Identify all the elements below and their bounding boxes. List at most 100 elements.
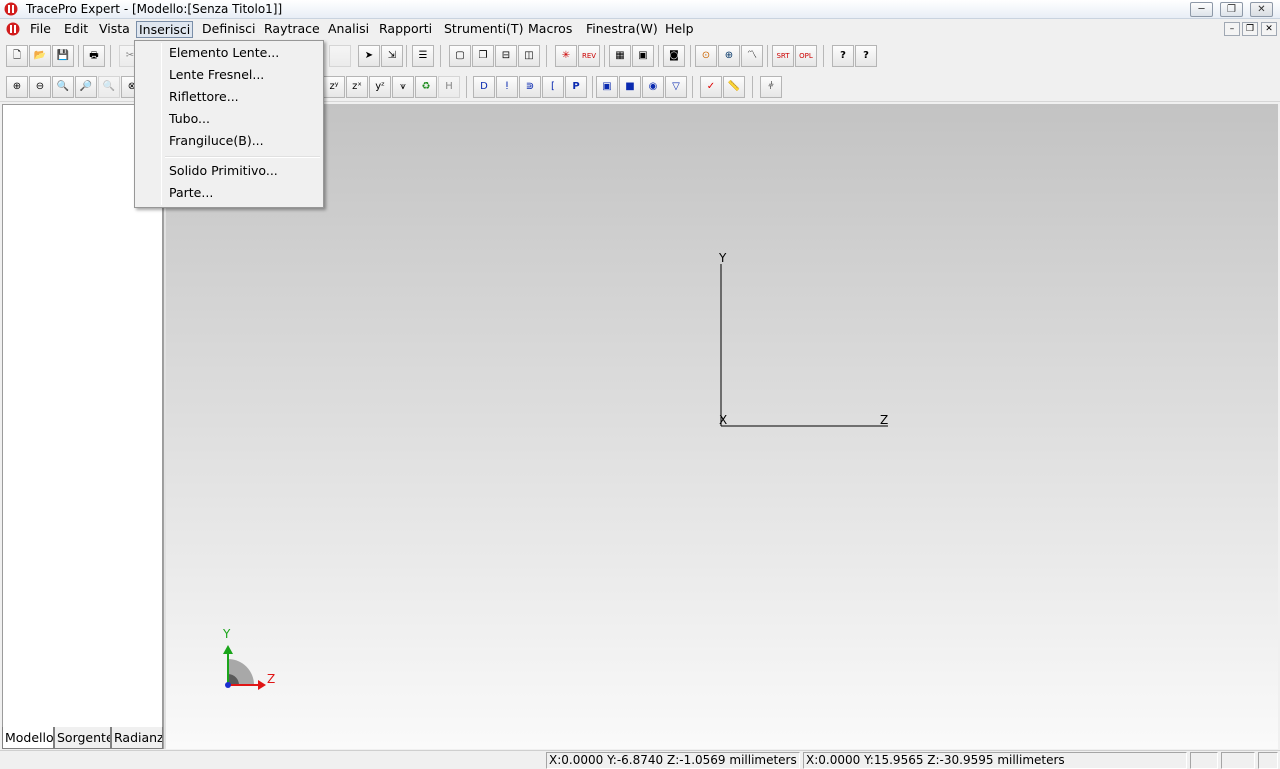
title-bar: TracePro Expert - [Modello:[Senza Titolo… xyxy=(0,0,1280,19)
chart-icon[interactable]: 〽 xyxy=(741,45,763,67)
window-single-icon[interactable]: ▢ xyxy=(449,45,471,67)
menu-vista[interactable]: Vista xyxy=(97,21,132,38)
zoom-all-icon[interactable]: 🔎 xyxy=(75,76,97,98)
mdi-close-button[interactable]: ✕ xyxy=(1261,22,1277,36)
open-folder-icon[interactable]: 📂 xyxy=(29,45,51,67)
menu-item-parte[interactable]: Parte... xyxy=(137,182,321,204)
model-viewport[interactable]: Y X Z Y Z xyxy=(166,104,1278,749)
minimize-button[interactable]: ─ xyxy=(1190,2,1213,17)
print-icon[interactable]: 🖶 xyxy=(83,45,105,67)
menu-item-solido-primitivo[interactable]: Solido Primitivo... xyxy=(137,160,321,182)
tab-sorgente[interactable]: Sorgente xyxy=(54,727,111,749)
properties-list-icon[interactable]: ☰ xyxy=(412,45,434,67)
menu-inserisci[interactable]: Inserisci xyxy=(136,21,194,38)
menu-item-lente-fresnel[interactable]: Lente Fresnel... xyxy=(137,64,321,86)
reflector-icon[interactable]: ⋑ xyxy=(519,76,541,98)
select-surface-icon[interactable]: ⇲ xyxy=(381,45,403,67)
menu-item-tubo[interactable]: Tubo... xyxy=(137,108,321,130)
toolbar-separator xyxy=(546,45,547,67)
check-icon[interactable]: ✓ xyxy=(700,76,722,98)
part-icon[interactable]: P xyxy=(565,76,587,98)
toolbar-separator xyxy=(78,45,79,67)
view-yz-icon[interactable]: yᶻ xyxy=(369,76,391,98)
tracepro-logo-icon xyxy=(4,2,18,16)
new-file-icon[interactable]: 🗋 xyxy=(6,45,28,67)
mdi-restore-button[interactable]: ❐ xyxy=(1242,22,1258,36)
toolbar-separator xyxy=(466,76,467,98)
menu-rapporti[interactable]: Rapporti xyxy=(377,21,434,38)
rev-icon[interactable]: REV xyxy=(578,45,600,67)
menu-item-elemento-lente[interactable]: Elemento Lente... xyxy=(137,42,321,64)
placeholder-icon[interactable] xyxy=(329,45,351,67)
rotate-icon[interactable]: ♻ xyxy=(415,76,437,98)
window-horizontal-icon[interactable]: ⊟ xyxy=(495,45,517,67)
mdi-minimize-button[interactable]: – xyxy=(1224,22,1240,36)
grid-map-icon[interactable]: ▦ xyxy=(609,45,631,67)
view-iso-icon[interactable]: ⩛ xyxy=(392,76,414,98)
target-icon[interactable]: ⊕ xyxy=(718,45,740,67)
toolbar-separator xyxy=(658,45,659,67)
triad-y-arrow xyxy=(223,645,233,654)
triad-y-label: Y xyxy=(223,627,231,641)
view-coordinates: X:0.0000 Y:15.9565 Z:-30.9595 millimeter… xyxy=(803,752,1187,769)
menu-macros[interactable]: Macros xyxy=(526,21,574,38)
view-zx-icon[interactable]: zˣ xyxy=(346,76,368,98)
select-arrow-icon[interactable]: ➤ xyxy=(358,45,380,67)
toolbar-separator xyxy=(690,45,691,67)
opl-icon[interactable]: OPL xyxy=(795,45,817,67)
inserisci-dropdown-menu: Elemento Lente... Lente Fresnel... Rifle… xyxy=(134,40,324,208)
view-zy-icon[interactable]: zʸ xyxy=(323,76,345,98)
document-logo-icon[interactable] xyxy=(6,22,20,36)
cone-icon[interactable]: ▽ xyxy=(665,76,687,98)
irradiance-map-icon[interactable]: ▣ xyxy=(632,45,654,67)
zoom-previous-icon[interactable]: 🔍 xyxy=(98,76,120,98)
toolbar-separator xyxy=(592,76,593,98)
zoom-in-icon[interactable]: ⊕ xyxy=(6,76,28,98)
block-icon[interactable]: ▣ xyxy=(596,76,618,98)
zoom-window-icon[interactable]: 🔍 xyxy=(52,76,74,98)
toolbar-separator xyxy=(110,45,111,67)
menu-strumenti[interactable]: Strumenti(T) xyxy=(442,21,525,38)
hide-icon[interactable]: H xyxy=(438,76,460,98)
close-button[interactable]: ✕ xyxy=(1250,2,1273,17)
toolbar-separator xyxy=(823,45,824,67)
window-vertical-icon[interactable]: ◫ xyxy=(518,45,540,67)
tab-modello[interactable]: Modello xyxy=(2,727,54,749)
menu-item-riflettore[interactable]: Riflettore... xyxy=(137,86,321,108)
srt-icon[interactable]: SRT xyxy=(772,45,794,67)
candela-icon[interactable]: ◙ xyxy=(663,45,685,67)
solid-square-icon[interactable]: ■ xyxy=(619,76,641,98)
toolbar-separator xyxy=(440,45,441,67)
status-indicator xyxy=(1258,752,1278,769)
lens-icon[interactable]: D xyxy=(473,76,495,98)
menu-separator xyxy=(165,156,320,158)
tab-radianza[interactable]: Radianz xyxy=(111,727,163,749)
menu-analisi[interactable]: Analisi xyxy=(326,21,371,38)
menu-edit[interactable]: Edit xyxy=(62,21,90,38)
x-axis-label: X xyxy=(719,413,728,427)
status-indicator xyxy=(1190,752,1218,769)
axes-icon[interactable]: ⫩ xyxy=(760,76,782,98)
context-help-icon[interactable]: ? xyxy=(855,45,877,67)
menu-help[interactable]: Help xyxy=(663,21,696,38)
menu-definisci[interactable]: Definisci xyxy=(200,21,257,38)
zoom-out-icon[interactable]: ⊖ xyxy=(29,76,51,98)
menu-item-frangiluce[interactable]: Frangiluce(B)... xyxy=(137,130,321,152)
save-icon[interactable]: 💾 xyxy=(52,45,74,67)
source-icon[interactable]: ⊙ xyxy=(695,45,717,67)
trace-rays-icon[interactable]: ✳ xyxy=(555,45,577,67)
menu-raytrace[interactable]: Raytrace xyxy=(262,21,322,38)
toolbar-separator xyxy=(767,45,768,67)
window-cascade-icon[interactable]: ❐ xyxy=(472,45,494,67)
mirror-icon[interactable]: ⵑ xyxy=(496,76,518,98)
toolbar-separator xyxy=(604,45,605,67)
menu-finestra[interactable]: Finestra(W) xyxy=(584,21,660,38)
maximize-button[interactable]: ❐ xyxy=(1220,2,1243,17)
y-axis-label: Y xyxy=(719,251,727,265)
menu-file[interactable]: File xyxy=(28,21,53,38)
z-axis-label: Z xyxy=(880,413,889,427)
help-icon[interactable]: ? xyxy=(832,45,854,67)
ruler-icon[interactable]: 📏 xyxy=(723,76,745,98)
sphere-icon[interactable]: ◉ xyxy=(642,76,664,98)
bracket-icon[interactable]: [ xyxy=(542,76,564,98)
